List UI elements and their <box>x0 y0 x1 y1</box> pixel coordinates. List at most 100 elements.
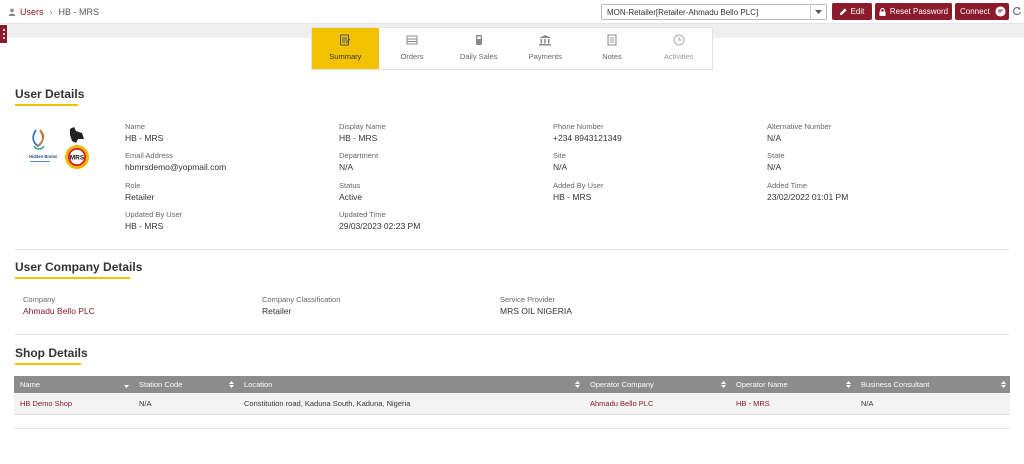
user-details-title: User Details <box>15 87 85 106</box>
field-service-provider: Service Provider MRS OIL NIGERIA <box>500 295 572 318</box>
shop-table: Name Station Code Location Operator Comp… <box>14 376 1010 415</box>
sort-icon <box>229 381 234 388</box>
location-cell: Constitution road, Kaduna South, Kaduna,… <box>244 399 411 408</box>
svg-text:Hidden Brains: Hidden Brains <box>29 154 58 159</box>
field-label: Email Address <box>125 151 173 160</box>
orders-icon <box>406 35 418 45</box>
connect-button[interactable]: Connect <box>955 3 1009 20</box>
field-label: Status <box>339 181 361 190</box>
tab-daily-sales[interactable]: Daily Sales <box>445 28 512 69</box>
field-label: Phone Number <box>553 122 604 131</box>
field-company-classification: Company Classification Retailer <box>262 295 340 318</box>
sort-desc-icon <box>124 385 129 388</box>
operator-company-link[interactable]: Ahmadu Bello PLC <box>584 393 730 414</box>
tab-bar: Summary Orders Daily Sales Payments Note… <box>311 27 713 70</box>
tab-orders-label: Orders <box>400 52 424 61</box>
field-value: Retailer <box>262 306 292 316</box>
company-link[interactable]: Ahmadu Bello PLC <box>23 305 95 318</box>
tab-notes[interactable]: Notes <box>579 28 646 69</box>
field-department: Department N/A <box>339 151 378 174</box>
user-icon <box>8 8 16 16</box>
summary-icon <box>340 34 351 46</box>
field-role: Role Retailer <box>125 181 154 204</box>
edit-button-label: Edit <box>850 7 865 16</box>
tab-summary-label: Summary <box>329 52 362 61</box>
column-header-business-consultant[interactable]: Business Consultant <box>855 376 1010 393</box>
field-state: State N/A <box>767 151 785 174</box>
field-updated-time: Updated Time 29/03/2023 02:23 PM <box>339 210 420 233</box>
field-label: Added Time <box>767 181 808 190</box>
sort-icon <box>1001 381 1006 388</box>
field-label: Updated Time <box>339 210 386 219</box>
breadcrumb-separator-icon: › <box>49 6 53 17</box>
tab-orders[interactable]: Orders <box>379 28 446 69</box>
column-header-station-code[interactable]: Station Code <box>133 376 238 393</box>
refresh-icon[interactable] <box>1012 6 1022 16</box>
field-value: HB - MRS <box>125 221 164 231</box>
account-selector[interactable]: MON-Retailer[Retailer-Ahmadu Bello PLC] <box>601 4 827 20</box>
field-label: Added By User <box>553 181 604 190</box>
column-header-name[interactable]: Name <box>14 376 133 393</box>
field-value: N/A <box>767 162 782 172</box>
daily-sales-icon <box>475 35 482 45</box>
sort-icon <box>721 381 726 388</box>
chevron-down-icon[interactable] <box>810 5 826 19</box>
lock-icon <box>879 7 886 16</box>
column-header-operator-name[interactable]: Operator Name <box>730 376 855 393</box>
field-company: Company Ahmadu Bello PLC <box>23 295 95 318</box>
company-details-title: User Company Details <box>15 260 143 279</box>
breadcrumb-users-link[interactable]: Users <box>20 7 44 17</box>
activities-icon <box>673 34 685 46</box>
divider <box>14 428 1010 429</box>
column-header-operator-company[interactable]: Operator Company <box>584 376 730 393</box>
operator-name-link[interactable]: HB - MRS <box>730 393 855 414</box>
field-value: N/A <box>339 162 354 172</box>
tab-daily-sales-label: Daily Sales <box>459 52 498 61</box>
side-menu-handle-icon[interactable] <box>0 25 7 43</box>
field-updated-by: Updated By User HB - MRS <box>125 210 182 233</box>
field-display-name: Display Name HB - MRS <box>339 122 386 145</box>
field-label: Updated By User <box>125 210 183 219</box>
field-value: 23/02/2022 01:01 PM <box>767 192 849 202</box>
field-site: Site N/A <box>553 151 567 174</box>
sort-icon <box>575 381 580 388</box>
reset-password-label: Reset Password <box>889 7 949 16</box>
field-value: hbmrsdemo@yopmail.com <box>125 162 227 172</box>
notes-icon <box>607 34 617 46</box>
field-label: Role <box>125 181 141 190</box>
tab-payments[interactable]: Payments <box>512 28 579 69</box>
field-label: Service Provider <box>500 295 556 304</box>
field-phone: Phone Number +234 8943121349 <box>553 122 622 145</box>
tab-activities-label: Activities <box>663 52 694 61</box>
column-header-location[interactable]: Location <box>238 376 584 393</box>
table-header: Name Station Code Location Operator Comp… <box>14 376 1010 393</box>
station-code-cell: N/A <box>139 399 152 408</box>
table-row: HB Demo Shop N/A Constitution road, Kadu… <box>14 393 1010 415</box>
field-label: Alternative Number <box>767 122 832 131</box>
field-value: Active <box>339 192 363 202</box>
reset-password-button[interactable]: Reset Password <box>875 3 952 20</box>
company-details-title-text: User Company Details <box>15 260 143 274</box>
edit-button[interactable]: Edit <box>832 3 872 20</box>
pencil-icon <box>839 8 847 15</box>
field-label: Site <box>553 151 566 160</box>
tab-payments-label: Payments <box>528 52 563 61</box>
tab-activities[interactable]: Activities <box>645 28 712 69</box>
field-label: Company Classification <box>262 295 341 304</box>
title-underline <box>15 363 81 365</box>
shop-details-title-text: Shop Details <box>15 346 88 360</box>
title-underline <box>15 277 130 279</box>
shop-name-link[interactable]: HB Demo Shop <box>14 393 133 414</box>
field-label: Display Name <box>339 122 386 131</box>
connect-label: Connect <box>960 7 990 16</box>
svg-text:MRS: MRS <box>70 155 85 162</box>
tab-notes-label: Notes <box>602 52 622 61</box>
field-email: Email Address hbmrsdemo@yopmail.com <box>125 151 226 174</box>
field-value: HB - MRS <box>125 133 164 143</box>
tab-summary[interactable]: Summary <box>312 28 379 69</box>
field-added-by: Added By User HB - MRS <box>553 181 603 204</box>
field-name: Name HB - MRS <box>125 122 163 145</box>
field-value: HB - MRS <box>553 192 592 202</box>
field-label: Company <box>23 295 56 304</box>
user-details-title-text: User Details <box>15 87 85 101</box>
